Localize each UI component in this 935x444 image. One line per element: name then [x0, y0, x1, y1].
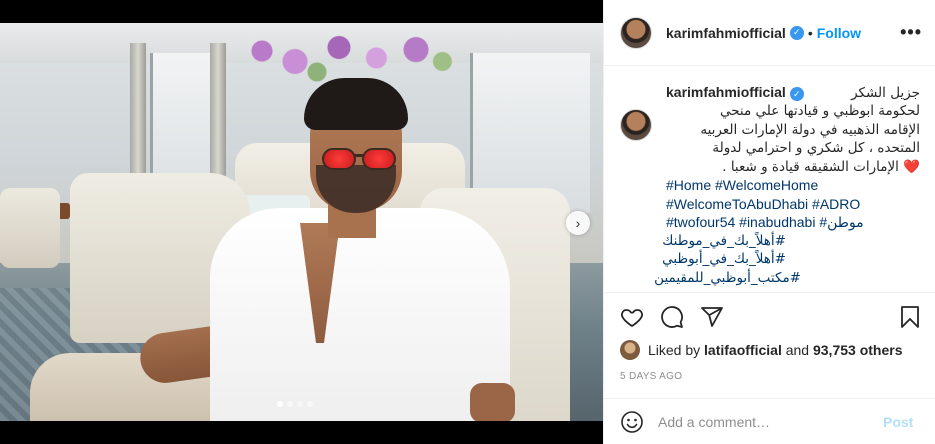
carousel-dot — [307, 401, 313, 407]
sunglasses-bridge — [354, 154, 364, 157]
post-comment-button[interactable]: Post — [883, 414, 913, 430]
heart-icon[interactable] — [620, 305, 644, 329]
caption-line-with-heart: ❤️ الإمارات الشقيقه قيادة و شعبا . — [666, 158, 920, 177]
person-shirt — [210, 208, 510, 421]
share-icon[interactable] — [700, 305, 724, 329]
caption-line: الإمارات الشقيقه قيادة و شعبا . — [722, 158, 899, 175]
carousel-dot — [277, 401, 283, 407]
avatar[interactable] — [620, 340, 640, 360]
caption-section: karimfahmiofficial ✓ جزيل الشكر لحكومة اب… — [604, 67, 935, 292]
post-timestamp[interactable]: 5 DAYS AGO — [620, 371, 682, 382]
heart-emoji-icon: ❤️ — [903, 158, 920, 175]
post-sidebar: karimfahmiofficial ✓ • Follow ••• karimf… — [603, 0, 935, 444]
hashtag-line[interactable]: #WelcomeToAbuDhabi #ADRO — [666, 195, 920, 214]
hashtag-line[interactable]: #أهلاً_بك_في_موطنك — [662, 232, 786, 251]
emoji-icon[interactable] — [620, 410, 644, 434]
avatar[interactable] — [620, 16, 652, 49]
carousel-dot — [297, 401, 303, 407]
post-photo[interactable] — [0, 23, 603, 421]
carousel-indicator — [277, 401, 313, 407]
likes-and: and — [785, 342, 810, 358]
verified-badge-icon: ✓ — [789, 25, 804, 40]
sunglasses-lens — [362, 148, 396, 170]
photo-chair — [0, 188, 60, 268]
comment-input[interactable] — [658, 413, 873, 430]
likes-summary: Liked by latifaofficial and 93,753 other… — [620, 340, 902, 360]
caption-line: لحكومة ابوظبي و قيادتها علي منحي — [719, 103, 920, 119]
caption-header: karimfahmiofficial ✓ — [666, 84, 804, 102]
liker-username[interactable]: latifaofficial — [704, 342, 782, 358]
chevron-right-icon: › — [575, 215, 581, 231]
action-bar — [604, 292, 935, 342]
caption-line: الإقامه الذهبيه في دولة الإمارات العربيه — [700, 121, 920, 138]
bookmark-icon[interactable] — [898, 305, 922, 329]
verified-badge-icon: ✓ — [789, 87, 804, 102]
separator: • — [807, 24, 813, 41]
comment-form: Post — [604, 398, 935, 444]
avatar[interactable] — [620, 109, 652, 141]
person-hand — [470, 383, 515, 421]
follow-button[interactable]: Follow — [817, 25, 861, 41]
more-options-icon[interactable]: ••• — [900, 22, 922, 43]
post-header: karimfahmiofficial ✓ • Follow ••• — [604, 0, 935, 66]
carousel-dot — [287, 401, 293, 407]
hashtag-line[interactable]: #twofour54 #inabudhabi #موطن — [666, 213, 920, 232]
sunglasses-lens — [322, 148, 356, 170]
post-media[interactable]: › — [0, 0, 603, 444]
likes-prefix: Liked by — [648, 342, 701, 358]
hashtag-line[interactable]: #مكتب_أبوظبي_للمقيمين — [654, 269, 801, 288]
caption-username[interactable]: karimfahmiofficial — [666, 84, 786, 100]
likes-count[interactable]: 93,753 others — [813, 342, 903, 358]
author-username[interactable]: karimfahmiofficial — [666, 25, 786, 41]
hashtag-line[interactable]: #أهلاً_بك_في_أبوظبي — [662, 250, 786, 269]
next-slide-button[interactable]: › — [566, 211, 590, 235]
comment-icon[interactable] — [660, 305, 684, 329]
hashtag-line[interactable]: #Home #WelcomeHome — [666, 176, 920, 195]
person-hair — [304, 78, 408, 130]
caption-line: المتحده ، كل شكري و احترامي لدولة — [712, 140, 920, 156]
caption: karimfahmiofficial ✓ جزيل الشكر لحكومة اب… — [654, 83, 920, 292]
